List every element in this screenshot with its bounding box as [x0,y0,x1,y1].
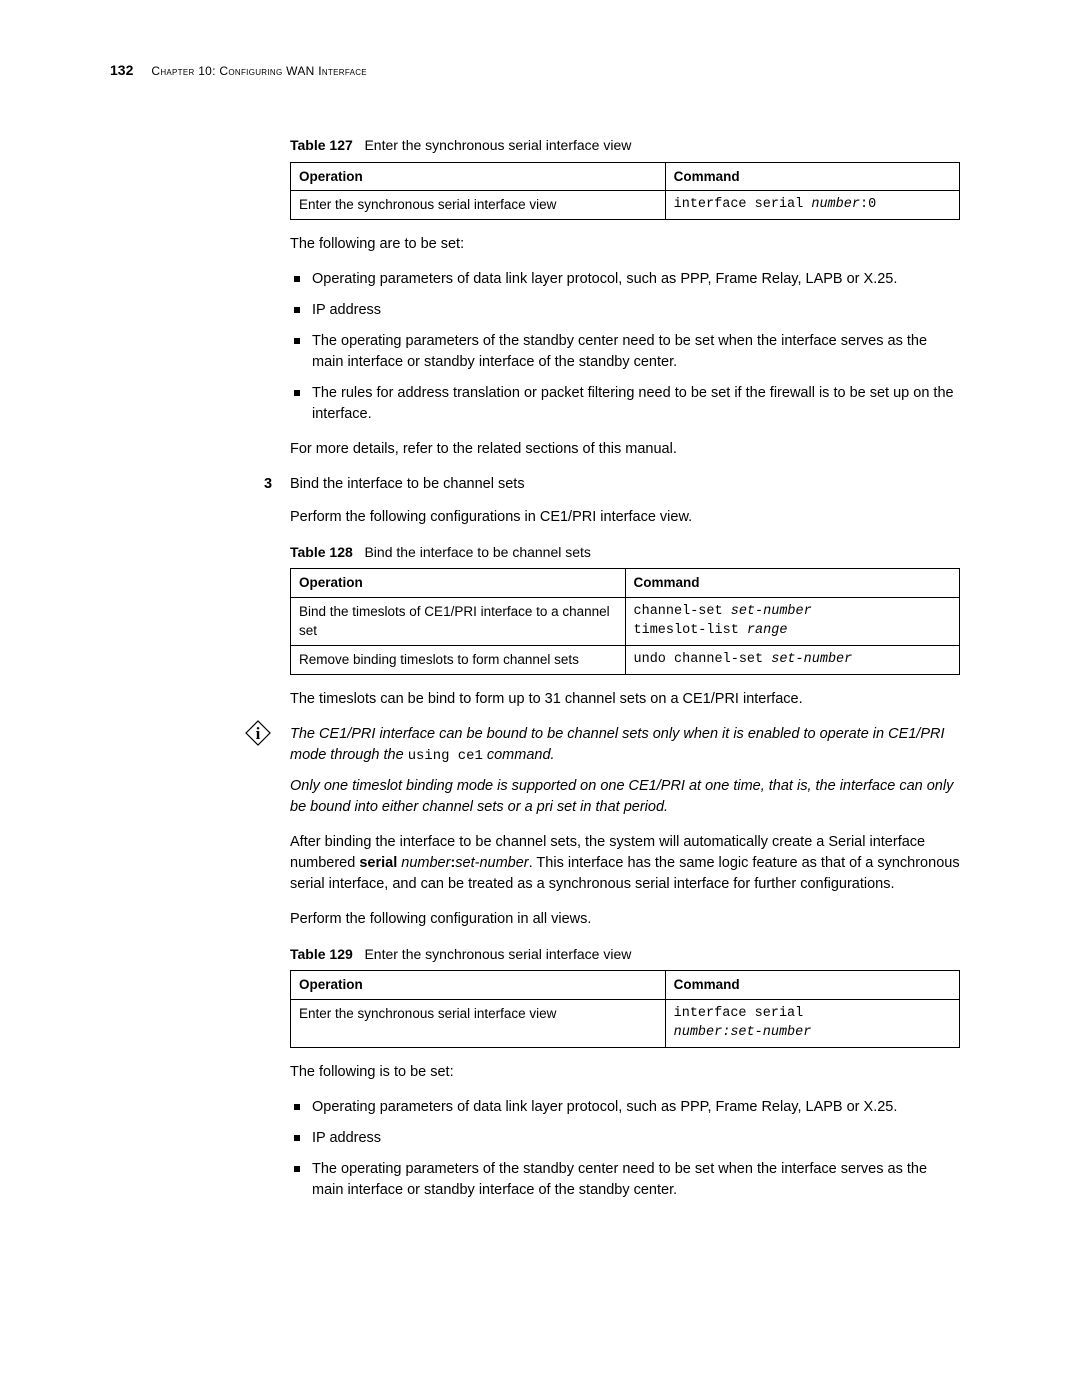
bullet-list-2: Operating parameters of data link layer … [290,1097,960,1201]
text-italic: set-number [455,855,528,871]
table-header-row: Operation Command [291,162,960,191]
cell-operation: Enter the synchronous serial interface v… [291,999,666,1047]
info-icon: i [242,718,274,748]
table-129-caption: Table 129 Enter the synchronous serial i… [290,944,960,964]
table-129: Operation Command Enter the synchronous … [290,970,960,1048]
table-127: Operation Command Enter the synchronous … [290,162,960,220]
text-bold: serial [359,855,397,871]
table-label: Table 127 [290,137,353,153]
page-header: 132 Chapter 10: Configuring WAN Interfac… [100,60,980,80]
table-127-caption: Table 127 Enter the synchronous serial i… [290,135,960,155]
cmd-arg: set-number [731,604,812,619]
cell-operation: Bind the timeslots of CE1/PRI interface … [291,597,626,645]
cell-command: interface serial number:0 [665,191,959,220]
table-row: Remove binding timeslots to form channel… [291,645,960,674]
paragraph: For more details, refer to the related s… [290,439,960,460]
col-operation: Operation [291,971,666,1000]
cmd-arg: set-number [771,652,852,667]
step-number: 3 [264,474,272,495]
list-item: The rules for address translation or pac… [312,383,960,425]
table-label: Table 128 [290,544,353,560]
table-128-caption: Table 128 Bind the interface to be chann… [290,542,960,562]
note-part: The CE1/PRI interface can be bound to be… [290,726,945,763]
cmd-text: interface serial [674,1006,804,1021]
cell-operation: Remove binding timeslots to form channel… [291,645,626,674]
paragraph: Perform the following configurations in … [290,507,960,528]
cmd-text: timeslot-list [634,623,747,638]
note-part: command. [483,747,555,763]
cell-command: undo channel-set set-number [625,645,960,674]
step-3: 3 Bind the interface to be channel sets [290,474,960,495]
table-header-row: Operation Command [291,971,960,1000]
text-italic: number [401,855,450,871]
info-note-1: i The CE1/PRI interface can be bound to … [290,724,960,766]
cmd-text: channel-set [634,604,731,619]
list-item: Operating parameters of data link layer … [312,269,960,290]
paragraph: The following are to be set: [290,234,960,255]
col-command: Command [665,971,959,1000]
list-item: IP address [312,1128,960,1149]
page-number: 132 [110,60,133,80]
cmd-arg: range [747,623,788,638]
step-title: Bind the interface to be channel sets [290,476,525,492]
svg-text:i: i [256,724,261,743]
list-item: Operating parameters of data link layer … [312,1097,960,1118]
page: 132 Chapter 10: Configuring WAN Interfac… [0,0,1080,1397]
table-row: Enter the synchronous serial interface v… [291,191,960,220]
col-command: Command [665,162,959,191]
cmd-text: :0 [860,197,876,212]
table-caption-text: Enter the synchronous serial interface v… [364,946,631,962]
cmd-text: interface serial [674,197,812,212]
cmd-arg: number [811,197,860,212]
col-operation: Operation [291,569,626,598]
chapter-label: Chapter 10: Configuring WAN Interface [151,63,367,80]
cell-command: channel-set set-number timeslot-list rang… [625,597,960,645]
cell-command: interface serial number:set-number [665,999,959,1047]
list-item: The operating parameters of the standby … [312,1159,960,1201]
col-operation: Operation [291,162,666,191]
table-label: Table 129 [290,946,353,962]
cmd-arg: number:set-number [674,1025,812,1040]
cell-operation: Enter the synchronous serial interface v… [291,191,666,220]
list-item: The operating parameters of the standby … [312,331,960,373]
paragraph: After binding the interface to be channe… [290,832,960,895]
cmd-text: undo channel-set [634,652,772,667]
bullet-list-1: Operating parameters of data link layer … [290,269,960,425]
table-caption-text: Enter the synchronous serial interface v… [364,137,631,153]
note-text: The CE1/PRI interface can be bound to be… [290,726,945,763]
table-128: Operation Command Bind the timeslots of … [290,568,960,674]
col-command: Command [625,569,960,598]
main-content: Table 127 Enter the synchronous serial i… [290,135,960,1200]
paragraph: The following is to be set: [290,1062,960,1083]
table-row: Enter the synchronous serial interface v… [291,999,960,1047]
info-note-2: Only one timeslot binding mode is suppor… [290,776,960,818]
paragraph: The timeslots can be bind to form up to … [290,689,960,710]
table-row: Bind the timeslots of CE1/PRI interface … [291,597,960,645]
table-caption-text: Bind the interface to be channel sets [364,544,590,560]
note-mono: using ce1 [408,748,483,764]
list-item: IP address [312,300,960,321]
table-header-row: Operation Command [291,569,960,598]
paragraph: Perform the following configuration in a… [290,909,960,930]
